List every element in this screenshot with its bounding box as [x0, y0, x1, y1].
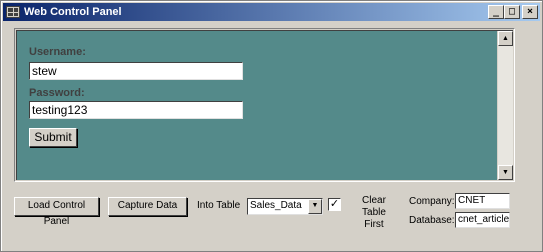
clear-table-checkbox[interactable]: ✓ — [328, 198, 341, 211]
username-label: Username: — [29, 46, 86, 58]
scroll-up-icon[interactable]: ▲ — [498, 31, 513, 46]
submit-button[interactable]: Submit — [29, 128, 77, 147]
control-panel-frame: Username: stew Password: testing123 Subm… — [14, 28, 515, 182]
window-title: Web Control Panel — [24, 6, 122, 18]
clear-table-label-line2: First — [364, 219, 384, 230]
password-input[interactable]: testing123 — [29, 101, 243, 119]
window-controls: _ □ × — [488, 5, 538, 19]
title-bar[interactable]: Web Control Panel _ □ × — [3, 3, 540, 21]
username-input[interactable]: stew — [29, 62, 243, 80]
database-label: Database: — [409, 215, 455, 226]
password-label: Password: — [29, 87, 85, 99]
control-panel-content: Username: stew Password: testing123 Subm… — [16, 30, 513, 180]
web-control-panel-window: Web Control Panel _ □ × Username: stew P… — [0, 0, 543, 252]
table-select-value: Sales_Data — [250, 200, 302, 211]
into-table-label: Into Table — [197, 200, 241, 211]
capture-data-button[interactable]: Capture Data — [108, 197, 187, 216]
table-select[interactable]: Sales_Data ▼ — [247, 198, 323, 215]
scroll-down-icon[interactable]: ▼ — [498, 165, 513, 180]
database-field[interactable]: cnet_articles — [455, 212, 510, 228]
close-button[interactable]: × — [522, 5, 538, 19]
chevron-down-icon[interactable]: ▼ — [308, 199, 322, 214]
minimize-button[interactable]: _ — [488, 5, 504, 19]
vertical-scrollbar[interactable]: ▲ ▼ — [497, 31, 513, 180]
load-control-panel-button[interactable]: Load Control Panel — [14, 197, 99, 227]
company-label: Company: — [409, 196, 455, 207]
clear-table-label: Clear Table First — [349, 195, 399, 231]
clear-table-label-line1: Clear Table — [362, 195, 386, 218]
maximize-button[interactable]: □ — [504, 5, 520, 19]
company-field[interactable]: CNET — [455, 193, 510, 209]
form-icon — [6, 6, 20, 18]
